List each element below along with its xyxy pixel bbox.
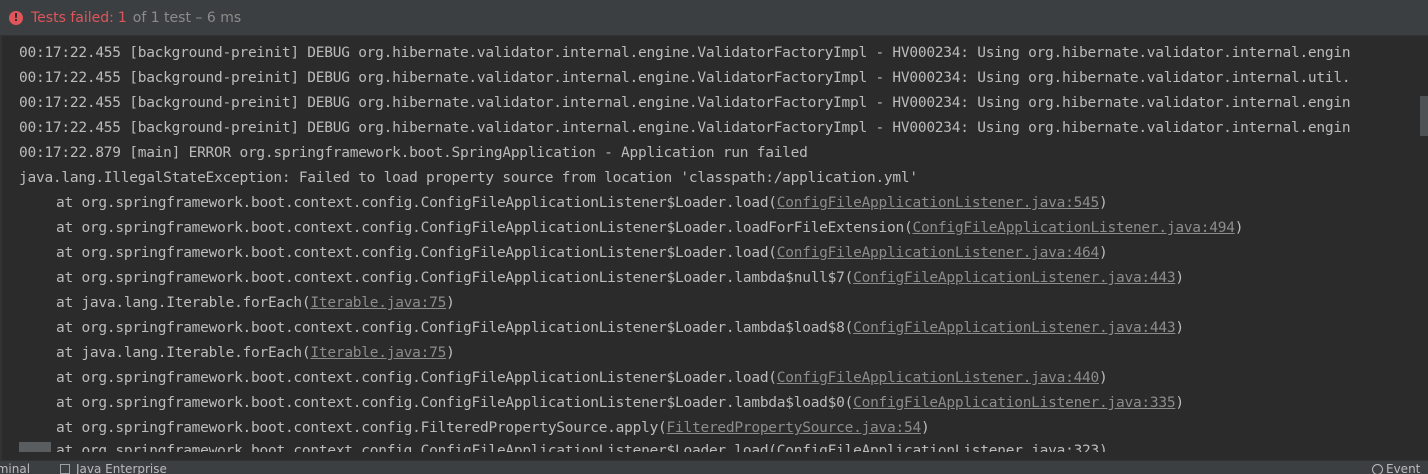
console-output[interactable]: 00:17:22.455 [background-preinit] DEBUG … [0, 36, 1428, 460]
console-gutter [0, 36, 2, 460]
stack-frame-link[interactable]: ConfigFileApplicationListener.java:443 [853, 320, 1175, 336]
stack-frame: at org.springframework.boot.context.conf… [56, 416, 930, 441]
stack-frame-prefix: at org.springframework.boot.context.conf… [56, 245, 777, 261]
stack-frame-prefix: at org.springframework.boot.context.conf… [56, 220, 913, 236]
stack-frame-prefix: at org.springframework.boot.context.conf… [56, 420, 667, 436]
stack-frame: at java.lang.Iterable.forEach(Iterable.j… [56, 291, 455, 316]
tab-terminal[interactable]: rminal [0, 462, 30, 474]
stack-frame-suffix: ) [920, 420, 930, 436]
stack-frame-prefix: at org.springframework.boot.context.conf… [56, 270, 854, 286]
stack-frame: at org.springframework.boot.context.conf… [56, 391, 1184, 416]
vertical-scrollbar-thumb[interactable] [1420, 96, 1428, 136]
stack-frame: at org.springframework.boot.context.conf… [56, 316, 1184, 341]
tests-failed-label: Tests failed: [31, 9, 114, 26]
stack-frame-suffix: ) [446, 345, 455, 361]
stack-frame-suffix: ) [1099, 370, 1108, 386]
stack-frame-suffix: ) [1175, 395, 1184, 411]
console-line-exception: java.lang.IllegalStateException: Failed … [19, 170, 918, 186]
error-circle-icon: ! [9, 10, 23, 25]
stack-frame-prefix: at org.springframework.boot.context.conf… [56, 370, 777, 386]
tab-event-log-label: Event [1386, 462, 1421, 474]
stack-frame: at org.springframework.boot.context.conf… [56, 266, 1184, 291]
tab-java-enterprise-label: Java Enterprise [76, 462, 167, 474]
stack-frame-link[interactable]: ConfigFileApplicationListener.java:440 [777, 370, 1099, 386]
stack-frame-link[interactable]: ConfigFileApplicationListener.java:545 [777, 195, 1099, 211]
stack-frame-prefix: at org.springframework.boot.context.conf… [56, 395, 854, 411]
console-line-error: 00:17:22.879 [main] ERROR org.springfram… [19, 145, 808, 161]
stack-frame-link[interactable]: ConfigFileApplicationListener.java:443 [853, 270, 1175, 286]
console-line: 00:17:22.455 [background-preinit] DEBUG … [19, 95, 1351, 111]
stack-frame-link[interactable]: FilteredPropertySource.java:54 [667, 420, 922, 436]
stack-frame-link[interactable]: Iterable.java:75 [310, 295, 446, 311]
tab-event-log[interactable]: Event [1372, 462, 1420, 474]
stack-frame-link[interactable]: ConfigFileApplicationListener.java:335 [853, 395, 1175, 411]
stack-frame: at org.springframework.boot.context.conf… [56, 366, 1108, 391]
stack-frame-suffix: ) [1175, 270, 1184, 286]
stack-frame-prefix: at java.lang.Iterable.forEach( [56, 295, 311, 311]
stack-frame-link[interactable]: Iterable.java:75 [310, 345, 446, 361]
stack-frame-partial: at org.springframework.boot.context.conf… [56, 443, 1108, 459]
tests-failed-count: 1 [117, 9, 127, 26]
stack-frame-prefix: at org.springframework.boot.context.conf… [56, 195, 777, 211]
stack-frame-link[interactable]: ConfigFileApplicationListener.java:494 [912, 220, 1234, 236]
tool-window-bar: rminal Java Enterprise Event [0, 460, 1428, 474]
console-line: 00:17:22.455 [background-preinit] DEBUG … [19, 70, 1351, 86]
stack-frame-suffix: ) [1175, 320, 1184, 336]
tab-java-enterprise[interactable]: Java Enterprise [60, 462, 167, 474]
stack-frame: at org.springframework.boot.context.conf… [56, 241, 1108, 266]
event-log-icon [1372, 463, 1383, 474]
stack-frame: at org.springframework.boot.context.conf… [56, 216, 1243, 241]
test-status-bar: ! Tests failed: 1 of 1 test – 6 ms [0, 0, 1428, 36]
stack-frame: at java.lang.Iterable.forEach(Iterable.j… [56, 341, 455, 366]
stack-frame: at org.springframework.boot.context.conf… [56, 191, 1108, 216]
stack-frame-link[interactable]: ConfigFileApplicationListener.java:464 [777, 245, 1099, 261]
stack-frame-suffix: ) [1099, 195, 1108, 211]
stack-frame-suffix: ) [446, 295, 455, 311]
tests-summary: of 1 test – 6 ms [132, 9, 242, 26]
java-enterprise-icon [60, 464, 70, 474]
horizontal-scrollbar-thumb[interactable] [19, 442, 51, 452]
console-line: 00:17:22.455 [background-preinit] DEBUG … [19, 45, 1351, 61]
stack-frame-prefix: at org.springframework.boot.context.conf… [56, 320, 854, 336]
console-line: 00:17:22.455 [background-preinit] DEBUG … [19, 120, 1351, 136]
stack-frame-suffix: ) [1234, 220, 1244, 236]
stack-frame-suffix: ) [1099, 245, 1108, 261]
stack-frame-prefix: at java.lang.Iterable.forEach( [56, 345, 311, 361]
